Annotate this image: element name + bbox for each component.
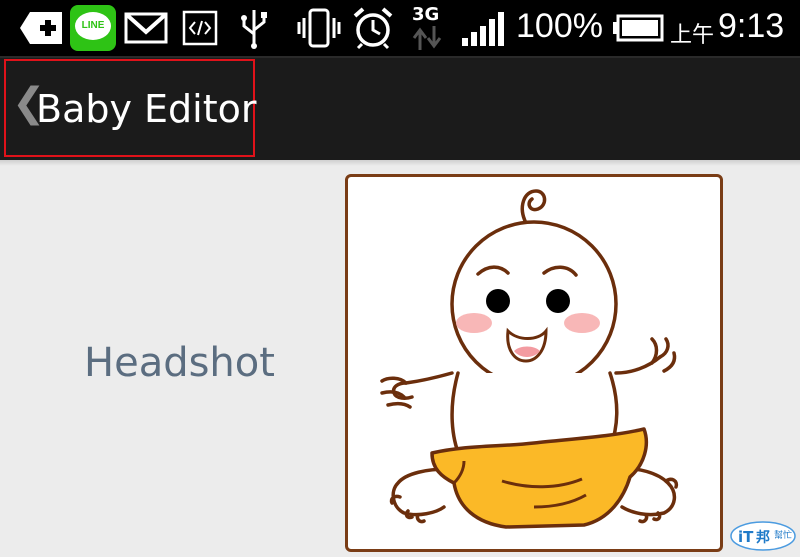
status-bar: LINE 3G 100% 上午 9:13 (0, 0, 800, 56)
vibrate-icon (297, 8, 341, 48)
back-button[interactable]: ❮ Baby Editor (4, 59, 257, 157)
signal-icon (462, 12, 504, 46)
line-label: LINE (75, 12, 111, 40)
watermark: iT 邦 幫忙 (730, 518, 796, 557)
gmail-icon (124, 12, 168, 44)
svg-text:iT: iT (738, 528, 754, 546)
battery-icon (613, 14, 664, 42)
alarm-icon (353, 7, 393, 50)
time-prefix: 上午 (670, 23, 715, 48)
action-bar-shadow (0, 160, 800, 166)
watermark-logo-icon: iT 邦 幫忙 (730, 521, 796, 551)
network-label: 3G (412, 4, 440, 25)
page-title: Baby Editor (36, 87, 257, 131)
baby-cartoon-icon (380, 189, 679, 529)
svg-text:幫忙: 幫忙 (774, 529, 792, 541)
svg-text:邦: 邦 (756, 529, 770, 546)
usb-icon (241, 10, 267, 49)
network-3g-icon: 3G (410, 4, 446, 52)
developer-icon (182, 10, 218, 46)
headshot-label: Headshot (84, 340, 275, 386)
clock: 9:13 (718, 7, 785, 45)
battery-percent: 100% (516, 7, 603, 45)
headshot-image-button[interactable] (345, 174, 723, 552)
line-app-icon: LINE (70, 5, 116, 51)
add-icon (20, 12, 62, 44)
